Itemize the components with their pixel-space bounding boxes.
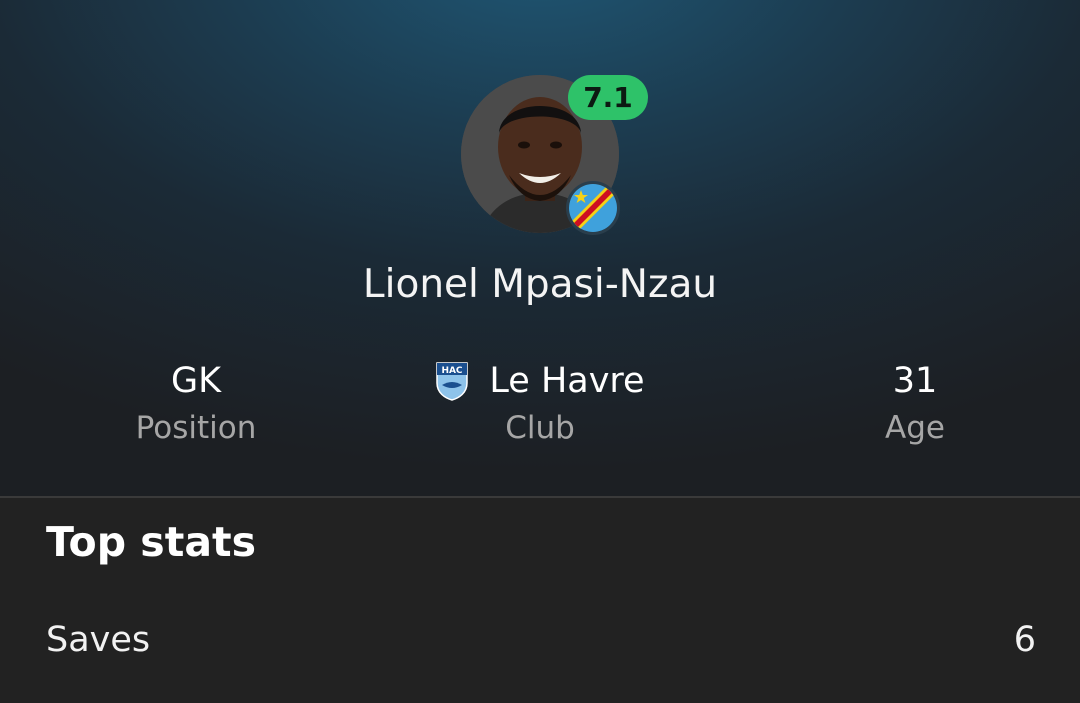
club-value[interactable]: Le Havre <box>489 356 644 406</box>
club-label: Club <box>505 410 575 446</box>
dr-congo-flag-icon <box>566 181 620 235</box>
age-label: Age <box>885 410 945 446</box>
position-info: GK Position <box>16 356 376 446</box>
club-value-row[interactable]: HAC Le Havre <box>360 356 720 406</box>
top-stats-title: Top stats <box>46 518 256 566</box>
player-rating-badge: 7.1 <box>568 75 648 120</box>
position-value: GK <box>170 361 222 401</box>
section-divider <box>0 496 1080 498</box>
le-havre-badge-icon: HAC <box>435 361 469 401</box>
position-label: Position <box>135 410 257 446</box>
svg-text:HAC: HAC <box>442 366 463 376</box>
stat-label: Saves <box>46 620 151 660</box>
age-info: 31 Age <box>735 356 1080 446</box>
player-name: Lionel Mpasi-Nzau <box>362 262 718 307</box>
stat-row-saves: Saves 6 <box>46 614 1036 666</box>
age-value: 31 <box>892 361 938 401</box>
stat-value: 6 <box>1013 620 1036 660</box>
club-info[interactable]: HAC Le Havre Club <box>360 356 720 446</box>
